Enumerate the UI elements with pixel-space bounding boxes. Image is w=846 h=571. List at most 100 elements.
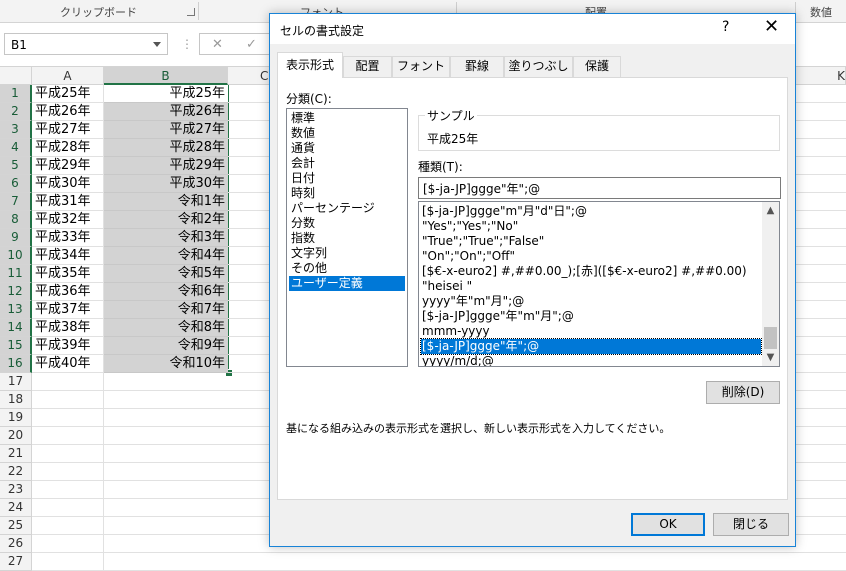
cell-b[interactable]: 平成29年 [104,157,228,175]
tab-font[interactable]: フォント [392,56,450,77]
format-list[interactable]: yyyy/m/d;@ [$-ja-JP]ggge"年";@ mmm-yyyy [$-j… [418,201,780,367]
cell-a[interactable]: 平成28年 [32,139,104,157]
cell-a[interactable]: 平成32年 [32,211,104,229]
cell-a[interactable]: 平成31年 [32,193,104,211]
cell-b[interactable]: 平成25年 [104,85,228,103]
tab-alignment[interactable]: 配置 [343,56,392,77]
cell-a[interactable]: 平成34年 [32,247,104,265]
category-item[interactable]: 指数 [289,231,405,246]
column-header-a[interactable]: A [32,67,104,85]
row-header[interactable]: 4 [0,139,32,157]
row-header[interactable]: 8 [0,211,32,229]
format-item[interactable]: [$€-x-euro2] #,##0.00_);[赤]([$€-x-euro2]… [421,264,761,279]
cell-a[interactable]: 平成35年 [32,265,104,283]
cell-a[interactable]: 平成30年 [32,175,104,193]
cell-b[interactable] [104,391,228,409]
cell-a[interactable] [32,499,104,517]
row-header[interactable]: 11 [0,265,32,283]
cell-b[interactable]: 令和8年 [104,319,228,337]
row-header[interactable]: 18 [0,391,32,409]
cell-a[interactable] [32,373,104,391]
cell-b[interactable]: 平成27年 [104,121,228,139]
row-header[interactable]: 2 [0,103,32,121]
row-header[interactable]: 16 [0,355,32,373]
category-item[interactable]: その他 [289,261,405,276]
row-header[interactable]: 3 [0,121,32,139]
type-input[interactable] [419,178,780,198]
scroll-down-icon[interactable]: ▼ [762,349,779,366]
type-field[interactable] [418,177,781,199]
row-header[interactable]: 22 [0,463,32,481]
cell-a[interactable]: 平成25年 [32,85,104,103]
scroll-up-icon[interactable]: ▲ [762,202,779,219]
cell-b[interactable]: 令和6年 [104,283,228,301]
cell-a[interactable] [32,535,104,553]
cell-a[interactable]: 平成37年 [32,301,104,319]
cell-b[interactable] [104,409,228,427]
row-header[interactable]: 23 [0,481,32,499]
cell-a[interactable] [32,427,104,445]
category-item[interactable]: ユーザー定義 [289,276,405,291]
cell-b[interactable]: 令和5年 [104,265,228,283]
ok-button[interactable]: OK [631,513,705,536]
cell-b[interactable]: 令和3年 [104,229,228,247]
format-item[interactable]: mmm-yyyy [421,324,761,339]
clipboard-launcher-icon[interactable] [187,8,195,16]
row-header[interactable]: 12 [0,283,32,301]
format-item[interactable]: [$-ja-JP]ggge"年";@ [420,338,762,355]
category-list[interactable]: 標準 数値 通貨 会計 日付 時刻 パーセンテージ 分数 指数 文字列 その他 ユーザー定義 [286,108,408,367]
row-header[interactable]: 5 [0,157,32,175]
cell-b[interactable] [104,499,228,517]
row-header[interactable]: 13 [0,301,32,319]
row-header[interactable]: 27 [0,553,32,571]
cell-b[interactable]: 平成30年 [104,175,228,193]
format-item[interactable]: [$-ja-JP]ggge"m"月"d"日";@ [421,204,761,219]
cell-a[interactable] [32,463,104,481]
row-header[interactable]: 15 [0,337,32,355]
category-item[interactable]: 会計 [289,156,405,171]
cell-a[interactable] [32,391,104,409]
row-header[interactable]: 6 [0,175,32,193]
cell-b[interactable] [104,517,228,535]
format-item[interactable]: "On";"On";"Off" [421,249,761,264]
cell-b[interactable] [104,463,228,481]
cell-a[interactable]: 平成40年 [32,355,104,373]
row-header[interactable]: 17 [0,373,32,391]
category-item[interactable]: 時刻 [289,186,405,201]
enter-entry-icon[interactable]: ✓ [246,37,257,52]
format-list-scrollbar[interactable]: ▲ ▼ [762,202,779,366]
cell-a[interactable]: 平成26年 [32,103,104,121]
cell-a[interactable] [32,517,104,535]
format-item[interactable]: "True";"True";"False" [421,234,761,249]
row-header[interactable]: 1 [0,85,32,103]
cell-b[interactable] [104,373,228,391]
cell-a[interactable] [32,445,104,463]
category-item[interactable]: 標準 [289,111,405,126]
tab-protection[interactable]: 保護 [573,56,621,77]
row-header[interactable]: 26 [0,535,32,553]
row-header[interactable]: 9 [0,229,32,247]
cell-a[interactable] [32,409,104,427]
delete-button[interactable]: 削除(D) [706,381,780,404]
category-item[interactable]: 通貨 [289,141,405,156]
category-item[interactable]: 数値 [289,126,405,141]
row-header[interactable]: 20 [0,427,32,445]
scroll-thumb[interactable] [764,327,777,349]
cell-a[interactable] [32,481,104,499]
cell-b[interactable] [104,427,228,445]
format-item[interactable]: yyyy"年"m"月";@ [421,294,761,309]
help-icon[interactable]: ? [722,19,729,35]
name-box[interactable]: B1 [4,33,168,55]
cell-b[interactable]: 令和2年 [104,211,228,229]
format-item[interactable]: [$-ja-JP]ggge"年"m"月";@ [421,309,761,324]
format-item[interactable]: "Yes";"Yes";"No" [421,219,761,234]
cell-b[interactable] [104,553,228,571]
row-header[interactable]: 10 [0,247,32,265]
format-item[interactable]: yyyy/m/d;@ [421,354,761,366]
cell-a[interactable]: 平成27年 [32,121,104,139]
cell-a[interactable]: 平成39年 [32,337,104,355]
close-icon[interactable]: ✕ [764,16,779,37]
row-header[interactable]: 7 [0,193,32,211]
cell-b[interactable]: 令和1年 [104,193,228,211]
tab-border[interactable]: 罫線 [450,56,504,77]
